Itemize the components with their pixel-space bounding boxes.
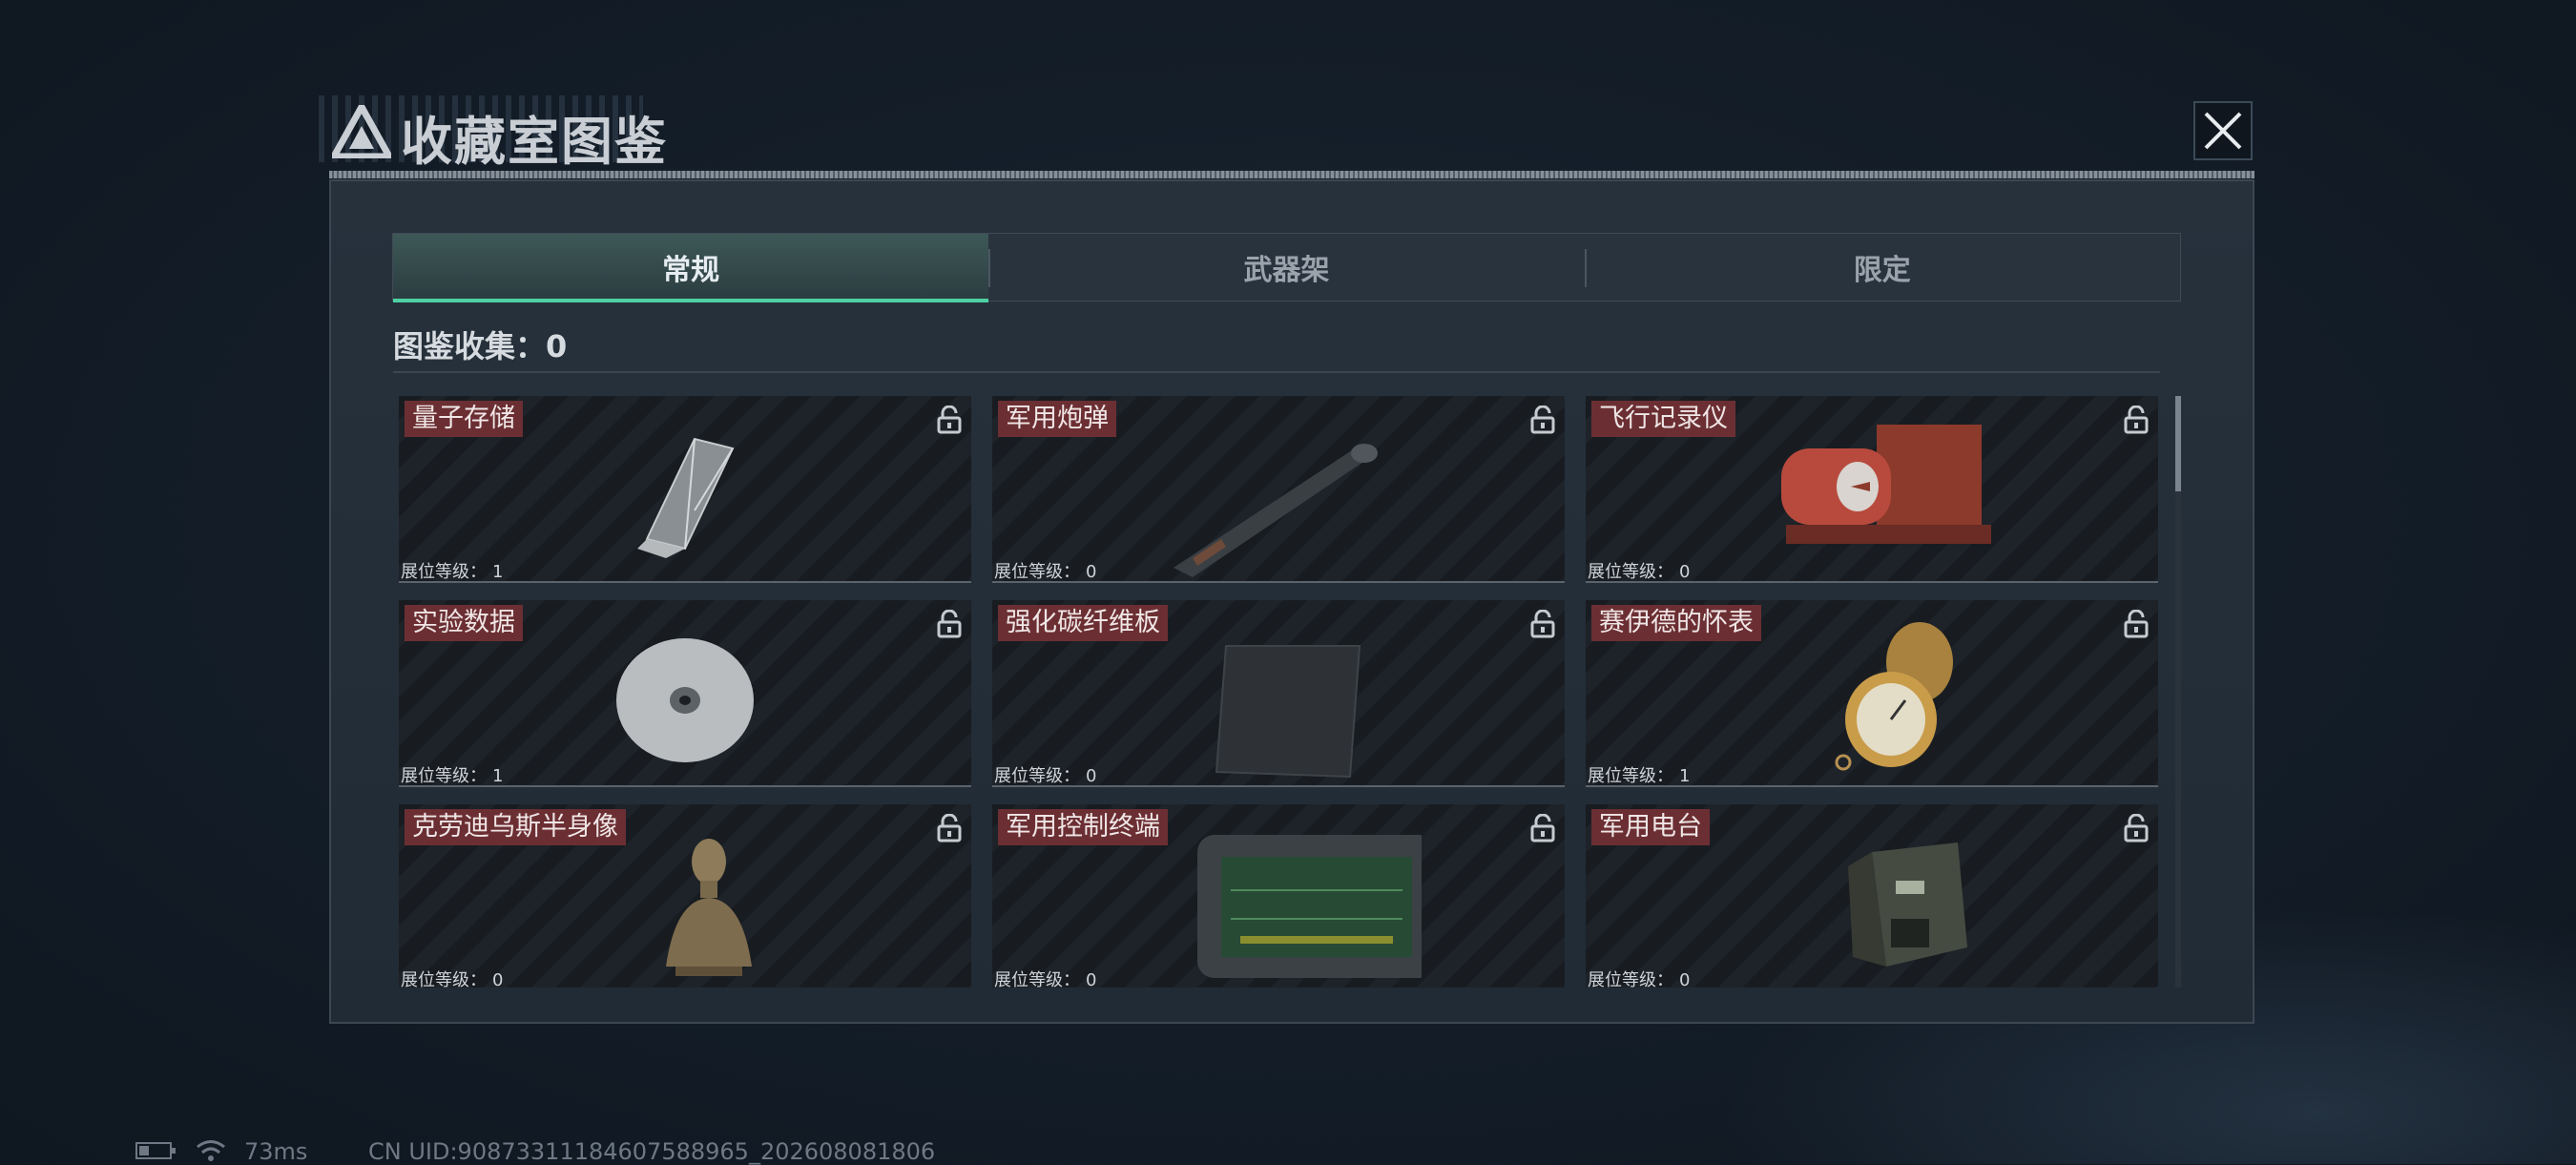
booth-level: 展位等级： 0 [1588, 970, 1691, 988]
carbon-plate-icon [1215, 645, 1361, 779]
lock-icon [937, 814, 962, 843]
booth-level: 展位等级： 1 [401, 766, 504, 786]
booth-level: 展位等级： 1 [401, 562, 504, 582]
pocket-watch-icon [1835, 622, 1953, 771]
booth-level: 展位等级： 0 [994, 970, 1097, 988]
lock-icon [1530, 610, 1555, 638]
item-name: 飞行记录仪 [1591, 401, 1735, 437]
flight-recorder-icon [1781, 425, 1991, 544]
item-card[interactable]: 量子存储 展位等级： 1 [399, 396, 971, 583]
booth-level: 展位等级： 0 [1588, 562, 1691, 582]
page-title: 收藏室图鉴 [401, 112, 668, 172]
item-card[interactable]: 军用电台 展位等级： 0 [1586, 804, 2158, 988]
item-name: 量子存储 [405, 401, 523, 437]
item-card[interactable]: 强化碳纤维板 展位等级： 0 [992, 600, 1565, 787]
control-terminal-icon [1197, 835, 1422, 978]
data-disc-icon [616, 638, 754, 762]
battery-icon [135, 1142, 176, 1159]
lock-icon [1530, 406, 1555, 434]
lock-icon [2124, 814, 2149, 843]
item-name: 赛伊德的怀表 [1591, 605, 1761, 641]
usb-drive-icon [637, 437, 735, 558]
tab-weapon-rack[interactable]: 武器架 [988, 234, 1584, 301]
tab-bar: 常规 武器架 限定 [392, 233, 2181, 302]
booth-level: 展位等级： 0 [994, 562, 1097, 582]
divider [393, 371, 2160, 373]
lock-icon [1530, 814, 1555, 843]
status-bar [135, 1138, 227, 1163]
booth-level: 展位等级： 1 [1588, 766, 1691, 786]
item-card[interactable]: 飞行记录仪 展位等级： 0 [1586, 396, 2158, 583]
booth-level: 展位等级： 0 [994, 766, 1097, 786]
item-name: 军用控制终端 [998, 809, 1168, 845]
item-name: 军用炮弹 [998, 401, 1116, 437]
item-card[interactable]: 军用炮弹 展位等级： 0 [992, 396, 1565, 583]
user-uid: CN UID:90873311184607588965_202608081806 [368, 1138, 936, 1165]
item-name: 实验数据 [405, 605, 523, 641]
booth-level: 展位等级： 0 [401, 970, 504, 988]
lock-icon [937, 406, 962, 434]
item-grid: 量子存储 展位等级： 1 军用炮弹 展位等级： 0 飞行记录仪 展位等级： 0 … [399, 396, 2160, 988]
lock-icon [937, 610, 962, 638]
close-icon[interactable] [2192, 100, 2254, 161]
tab-limited[interactable]: 限定 [1584, 234, 2180, 301]
collection-count: 图鉴收集：0 [393, 328, 568, 364]
item-card[interactable]: 实验数据 展位等级： 1 [399, 600, 971, 787]
lock-icon [2124, 406, 2149, 434]
wifi-icon [197, 1140, 225, 1161]
tab-regular[interactable]: 常规 [393, 234, 989, 302]
item-card[interactable]: 克劳迪乌斯半身像 展位等级： 0 [399, 804, 971, 988]
bust-icon [666, 839, 752, 976]
lock-icon [2124, 610, 2149, 638]
delta-logo-icon [332, 105, 391, 158]
item-name: 克劳迪乌斯半身像 [405, 809, 626, 845]
item-card[interactable]: 赛伊德的怀表 展位等级： 1 [1586, 600, 2158, 787]
scrollbar-thumb[interactable] [2175, 396, 2181, 491]
ping-value: 73ms [244, 1138, 308, 1165]
header-divider [329, 171, 2254, 178]
artillery-shell-icon [1174, 444, 1378, 577]
item-name: 军用电台 [1591, 809, 1710, 845]
military-radio-icon [1848, 843, 1967, 967]
item-card[interactable]: 军用控制终端 展位等级： 0 [992, 804, 1565, 988]
item-name: 强化碳纤维板 [998, 605, 1168, 641]
